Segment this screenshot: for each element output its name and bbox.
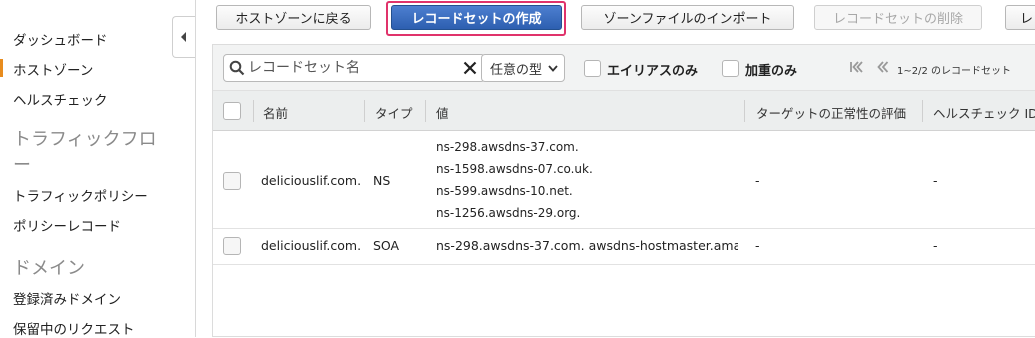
column-header-value[interactable]: 値 [436,103,449,122]
sidebar: ダッシュボード ホストゾーン ヘルスチェック トラフィックフロー トラフィックポ… [0,0,172,338]
extra-toolbar-button[interactable]: レ [1005,5,1035,30]
record-value-line: ns-1256.awsdns-29.org. [436,206,581,220]
column-header-eval-target-health[interactable]: ターゲットの正常性の評価 [756,103,906,122]
pager-text: 1~2/2 のレコードセット [897,66,1012,77]
column-divider [364,100,365,122]
row-checkbox[interactable] [223,237,241,255]
delete-record-set-button[interactable]: レコードセットの削除 [814,5,982,30]
column-divider [922,100,923,122]
sidebar-section-domains: ドメイン [13,258,85,279]
weighted-only-checkbox[interactable] [722,60,739,77]
column-header-health-check-id[interactable]: ヘルスチェック ID [933,103,1035,122]
sidebar-item-hosted-zones[interactable]: ホストゾーン [13,59,93,79]
column-header-type[interactable]: タイプ [375,103,413,122]
sidebar-collapse-button[interactable] [172,16,195,58]
alias-only-checkbox[interactable] [584,60,601,77]
record-type-value: 任意の型 [490,62,543,78]
record-name: deliciouslif.com. [261,238,362,253]
row-divider [213,228,1035,229]
record-eval-target-health: - [755,238,760,253]
sidebar-item-registered-domains[interactable]: 登録済みドメイン [13,288,121,308]
first-page-icon[interactable] [849,61,863,73]
row-checkbox[interactable] [223,172,241,190]
prev-page-icon[interactable] [877,61,889,73]
column-header-name[interactable]: 名前 [263,103,288,122]
record-eval-target-health: - [755,173,760,188]
alias-only-label: エイリアスのみ [607,64,699,79]
weighted-only-label: 加重のみ [745,64,798,79]
sidebar-item-pending-requests[interactable]: 保留中のリクエスト [13,318,135,338]
sidebar-section-traffic-flow: トラフィックフロー [13,129,157,176]
clear-search-icon[interactable] [463,61,477,75]
record-type: SOA [373,238,400,253]
record-health-check-id: - [933,238,938,253]
sidebar-item-policy-records[interactable]: ポリシーレコード [13,215,121,235]
record-value-line: ns-599.awsdns-10.net. [436,184,573,198]
create-record-set-button[interactable]: レコードセットの作成 [391,5,562,30]
record-sets-panel: 任意の型 エイリアスのみ 加重のみ 1~2/2 のレコードセット 名前 タイプ … [212,44,1035,337]
sidebar-item-traffic-policies[interactable]: トラフィックポリシー [13,185,148,205]
table-header: 名前 タイプ 値 ターゲットの正常性の評価 ヘルスチェック ID [213,91,1035,131]
sidebar-item-health-checks[interactable]: ヘルスチェック [13,89,108,109]
record-values: ns-298.awsdns-37.com. ns-1598.awsdns-07.… [436,136,593,224]
chevron-down-icon [548,65,558,72]
active-indicator [0,59,3,77]
back-to-hosted-zones-button[interactable]: ホストゾーンに戻る [216,5,371,30]
filter-bar: 任意の型 エイリアスのみ 加重のみ 1~2/2 のレコードセット [213,45,1035,91]
record-type: NS [373,173,391,188]
search-icon [229,60,245,76]
row-divider [213,264,1035,265]
import-zone-file-button[interactable]: ゾーンファイルのインポート [581,5,794,30]
record-value-line: ns-298.awsdns-37.com. awsdns-hostmaster.… [436,238,738,253]
record-health-check-id: - [933,173,938,188]
record-value-line: ns-298.awsdns-37.com. [436,140,579,154]
record-value-line: ns-1598.awsdns-07.co.uk. [436,162,593,176]
record-type-select[interactable]: 任意の型 [481,54,565,82]
search-box [223,54,485,82]
select-all-checkbox[interactable] [223,102,241,120]
column-divider [744,100,745,122]
column-divider [425,100,426,122]
column-divider [253,100,254,122]
chevron-left-icon [181,32,186,42]
search-input[interactable] [248,59,453,77]
sidebar-item-dashboard[interactable]: ダッシュボード [13,29,108,49]
sidebar-divider [195,0,196,337]
record-name: deliciouslif.com. [261,173,362,188]
